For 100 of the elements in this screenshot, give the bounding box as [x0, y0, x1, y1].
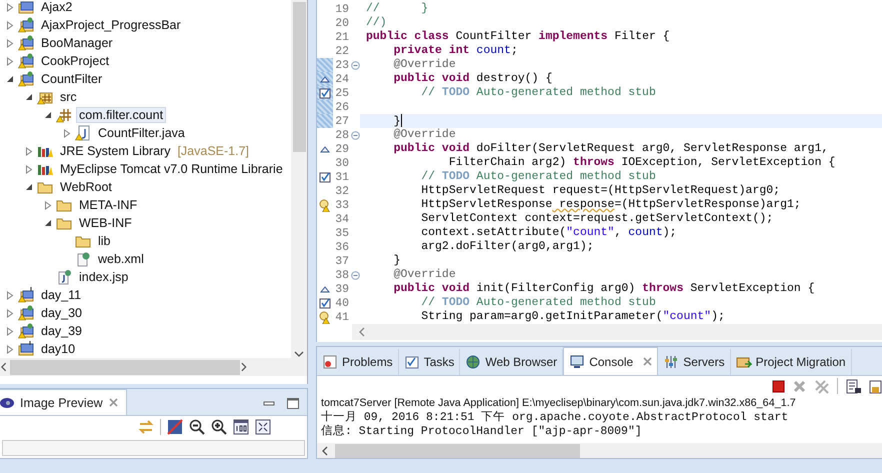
fit-to-window-icon[interactable]	[255, 419, 271, 435]
view-tab[interactable]: Problems	[317, 349, 399, 375]
project-warning-icon	[18, 53, 34, 69]
scroll-right-icon[interactable]	[240, 362, 248, 372]
tree-item[interactable]: lib	[95, 233, 114, 249]
tree-item[interactable]: src	[57, 89, 80, 105]
collapsed-arrow-icon[interactable]	[6, 20, 14, 30]
line-number: 41	[334, 310, 349, 324]
tree-item[interactable]: WEB-INF	[76, 215, 135, 231]
horizontal-scrollbar[interactable]	[0, 358, 307, 376]
scroll-down-icon[interactable]	[294, 350, 304, 358]
horizontal-scrollbar[interactable]	[317, 443, 882, 458]
expanded-arrow-icon[interactable]	[24, 183, 32, 191]
scroll-left-icon[interactable]	[0, 362, 8, 372]
zoom-in-icon[interactable]	[211, 419, 227, 435]
tree-item[interactable]: CountFilter.java	[95, 125, 188, 141]
project-warning-icon	[18, 71, 34, 87]
view-tab[interactable]: Console	[563, 347, 658, 375]
image-path-field[interactable]	[2, 440, 305, 456]
collapsed-arrow-icon[interactable]	[6, 2, 14, 12]
console-icon	[569, 354, 586, 370]
fold-icon[interactable]	[351, 130, 360, 140]
remove-all-icon[interactable]	[814, 378, 829, 394]
line-number: 23	[334, 58, 349, 72]
line-number: 26	[334, 100, 349, 114]
scroll-left-icon[interactable]	[321, 446, 329, 456]
view-tab[interactable]: Tasks	[398, 349, 460, 375]
vertical-scrollbar[interactable]	[291, 0, 307, 358]
line-number: 30	[334, 156, 349, 170]
lock-icon[interactable]	[869, 378, 882, 394]
tree-item[interactable]: web.xml	[95, 251, 147, 267]
tree-item[interactable]: Ajax2	[38, 0, 76, 15]
tree-item[interactable]: day_30	[38, 305, 86, 321]
tasks-icon	[404, 354, 420, 370]
horizontal-scrollbar[interactable]	[352, 324, 882, 340]
line-number: 24	[334, 72, 349, 86]
collapsed-arrow-icon[interactable]	[6, 344, 14, 354]
tree-item[interactable]: MyEclipse Tomcat v7.0 Runtime Librarie	[57, 161, 286, 177]
link-arrows-icon[interactable]	[138, 420, 154, 434]
image-icon[interactable]	[167, 419, 183, 435]
line-number: 38	[334, 268, 349, 282]
close-icon[interactable]	[643, 357, 652, 366]
line-number: 33	[334, 198, 349, 212]
collapsed-arrow-icon[interactable]	[6, 38, 14, 48]
maximize-icon[interactable]	[287, 398, 299, 409]
tree-item[interactable]: day10	[38, 341, 78, 357]
minimize-icon[interactable]	[263, 400, 275, 406]
code-line: // TODO Auto-generated method stub	[420, 296, 656, 309]
expanded-arrow-icon[interactable]	[44, 111, 52, 119]
collapsed-arrow-icon[interactable]	[6, 308, 14, 318]
zoom-out-icon[interactable]	[189, 419, 205, 435]
line-number: 34	[334, 212, 349, 226]
expanded-arrow-icon[interactable]	[44, 219, 52, 227]
close-icon[interactable]	[108, 398, 118, 407]
collapsed-arrow-icon[interactable]	[24, 164, 32, 174]
tree-item[interactable]: JRE System Library	[57, 143, 174, 159]
collapsed-arrow-icon[interactable]	[6, 290, 14, 300]
clear-console-icon[interactable]	[846, 378, 861, 394]
collapsed-arrow-icon[interactable]	[62, 128, 70, 138]
tree-item[interactable]: CountFilter	[38, 71, 106, 87]
expanded-arrow-icon[interactable]	[24, 93, 32, 101]
tree-item[interactable]: com.filter.count	[76, 107, 166, 123]
remove-launch-icon[interactable]	[793, 380, 806, 392]
fold-icon[interactable]	[351, 60, 360, 70]
code-line: // }	[366, 2, 428, 15]
collapsed-arrow-icon[interactable]	[24, 146, 32, 156]
tree-item[interactable]: day_11	[38, 287, 84, 303]
expanded-arrow-icon[interactable]	[6, 75, 14, 83]
tree-item[interactable]: CookProject	[38, 53, 112, 69]
tree-item[interactable]: META-INF	[76, 197, 140, 213]
code-line: context.setAttribute("count", count);	[420, 226, 677, 239]
code-line: arg2.doFilter(arg0,arg1);	[420, 240, 594, 253]
tree-item[interactable]: index.jsp	[76, 269, 132, 285]
tree-item[interactable]: AjaxProject_ProgressBar	[38, 17, 184, 33]
code-line: @Override	[392, 128, 456, 141]
console-title: tomcat7Server [Remote Java Application] E:\myeclisep\binary\com.sun.java.jdk7.win32.x86_64_1.7	[320, 396, 797, 410]
stop-icon[interactable]	[772, 380, 785, 392]
tree-item[interactable]: WebRoot	[57, 179, 115, 195]
fold-icon[interactable]	[351, 270, 360, 280]
line-number: 25	[334, 86, 349, 100]
collapsed-arrow-icon[interactable]	[6, 326, 14, 336]
jsp-file-icon	[56, 269, 72, 285]
project-warning-icon	[18, 305, 34, 321]
code-line: }	[392, 114, 402, 128]
project-warning-icon	[18, 35, 34, 51]
project-warning-icon	[18, 17, 34, 33]
tree-item[interactable]: day_39	[38, 323, 86, 339]
tree-item[interactable]: BooManager	[38, 35, 116, 51]
code-line: public void destroy() {	[392, 72, 552, 85]
web-project-warning-icon	[18, 287, 34, 303]
image-preview-tab[interactable]: Image Preview	[0, 389, 127, 415]
web-project-icon	[18, 341, 34, 357]
collapsed-arrow-icon[interactable]	[44, 200, 52, 210]
actual-size-icon[interactable]	[233, 419, 249, 435]
view-tab[interactable]: Project Migration	[730, 349, 852, 375]
view-tab[interactable]: Servers	[658, 349, 731, 375]
line-number: 39	[334, 282, 349, 296]
scroll-left-icon[interactable]	[358, 327, 366, 337]
collapsed-arrow-icon[interactable]	[6, 56, 14, 66]
line-number: 22	[334, 44, 349, 58]
